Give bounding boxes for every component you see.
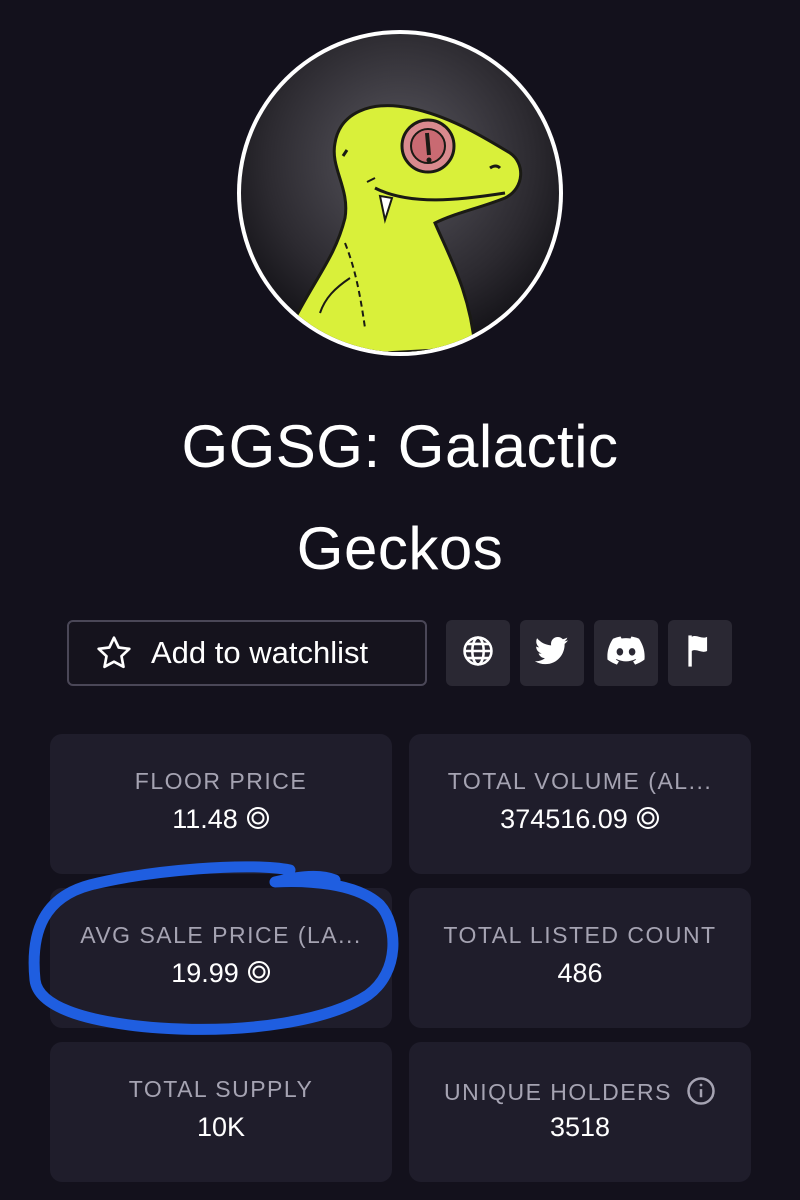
- discord-icon: [607, 635, 645, 671]
- unique-holders-card: UNIQUE HOLDERS 3518: [409, 1042, 751, 1182]
- collection-title-line1: GGSG: Galactic: [181, 413, 619, 480]
- twitter-icon: [534, 636, 569, 671]
- watchlist-label: Add to watchlist: [151, 635, 369, 670]
- floor-price-value: 11.48: [50, 804, 392, 837]
- gecko-avatar-icon: [237, 30, 563, 356]
- avg-sale-price-card: AVG SALE PRICE (LA... 19.99: [50, 888, 392, 1028]
- floor-price-label: FLOOR PRICE: [134, 768, 308, 794]
- sol-icon: [246, 806, 270, 837]
- collection-page: GGSG: Galactic Geckos Add to watchlist F…: [0, 0, 800, 1200]
- collection-avatar: [235, 28, 565, 358]
- avg-sale-price-number: 19.99: [171, 958, 239, 988]
- avg-sale-price-label: AVG SALE PRICE (LA...: [80, 922, 362, 948]
- total-supply-label: TOTAL SUPPLY: [128, 1076, 314, 1102]
- collection-title-line2: Geckos: [296, 515, 504, 582]
- sol-icon: [247, 960, 271, 991]
- total-supply-value: 10K: [196, 1112, 246, 1142]
- globe-icon: [461, 634, 495, 673]
- floor-price-card: FLOOR PRICE 11.48: [50, 734, 392, 874]
- total-listed-count-label: TOTAL LISTED COUNT: [443, 922, 717, 948]
- twitter-button[interactable]: [520, 620, 584, 686]
- total-volume-value: 374516.09: [409, 804, 751, 837]
- report-button[interactable]: [668, 620, 732, 686]
- total-volume-card: TOTAL VOLUME (AL... 374516.09: [409, 734, 751, 874]
- unique-holders-label-row: UNIQUE HOLDERS: [409, 1076, 751, 1112]
- total-listed-count-card: TOTAL LISTED COUNT 486: [409, 888, 751, 1028]
- info-icon[interactable]: [686, 1076, 716, 1112]
- flag-icon: [685, 634, 715, 673]
- collection-title: GGSG: Galactic Geckos: [0, 396, 800, 600]
- total-supply-card: TOTAL SUPPLY 10K: [50, 1042, 392, 1182]
- unique-holders-value: 3518: [549, 1112, 611, 1142]
- total-listed-count-value: 486: [557, 958, 603, 988]
- star-icon: [93, 632, 135, 674]
- avg-sale-price-value: 19.99: [50, 958, 392, 991]
- discord-button[interactable]: [594, 620, 658, 686]
- sol-icon: [636, 806, 660, 837]
- unique-holders-label: UNIQUE HOLDERS: [443, 1079, 673, 1105]
- floor-price-number: 11.48: [172, 804, 238, 834]
- total-volume-label: TOTAL VOLUME (AL...: [447, 768, 713, 794]
- website-button[interactable]: [446, 620, 510, 686]
- add-to-watchlist-button[interactable]: Add to watchlist: [67, 620, 427, 686]
- total-volume-number: 374516.09: [500, 804, 628, 834]
